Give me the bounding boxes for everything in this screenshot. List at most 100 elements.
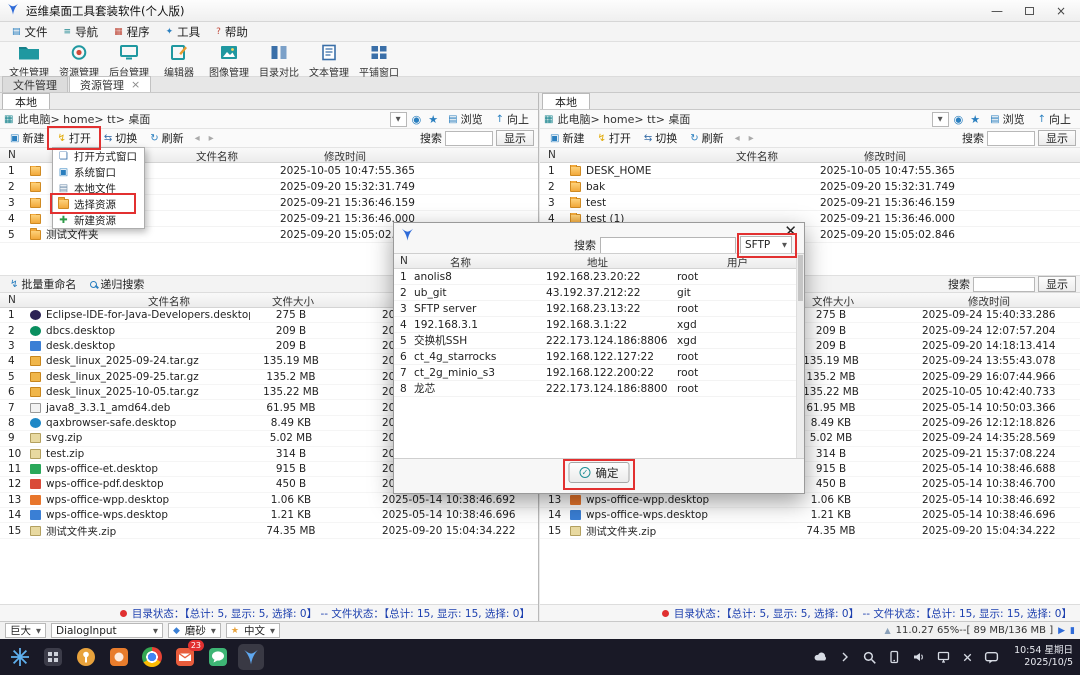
- run-gc-button[interactable]: ▶: [1058, 626, 1065, 636]
- right-tab-local[interactable]: 本地: [542, 93, 590, 109]
- favorite-icon-button[interactable]: ★: [426, 113, 440, 126]
- favorite-icon-button[interactable]: ★: [968, 113, 982, 126]
- new-button[interactable]: ▣ 新建: [4, 129, 50, 147]
- show-button[interactable]: 显示: [496, 130, 534, 146]
- batch-rename-button[interactable]: ↯批量重命名: [4, 275, 82, 293]
- close-button[interactable]: ×: [1048, 2, 1074, 20]
- resource-row[interactable]: 2 ub_git 43.192.37.212:22 git: [394, 285, 804, 301]
- resource-row[interactable]: 1 anolis8 192.168.23.20:22 root: [394, 269, 804, 285]
- security-key-icon[interactable]: [73, 644, 99, 670]
- tab-file-manage[interactable]: 文件管理: [2, 76, 68, 92]
- search-input[interactable]: [445, 130, 493, 146]
- open-button[interactable]: ↯ 打开: [591, 129, 636, 147]
- menu-item-system-window[interactable]: ▣ 系统窗口: [53, 164, 144, 180]
- message-bubble-icon[interactable]: [984, 650, 999, 665]
- tab-close-icon[interactable]: ×: [131, 78, 140, 91]
- stop-button[interactable]: ▮: [1070, 626, 1075, 636]
- app-grid-icon[interactable]: [40, 644, 66, 670]
- resource-row[interactable]: 5 交换机SSH 222.173.124.186:8806 xgd: [394, 333, 804, 349]
- chat-app-icon[interactable]: [205, 644, 231, 670]
- resource-row[interactable]: 3 SFTP server 192.168.23.13:22 root: [394, 301, 804, 317]
- recursive-search-button[interactable]: 递归搜索: [84, 275, 150, 293]
- resource-row[interactable]: 6 ct_4g_starrocks 192.168.122.127:22 roo…: [394, 349, 804, 365]
- left-tab-local[interactable]: 本地: [2, 93, 50, 109]
- dialog-scrollbar[interactable]: [796, 254, 804, 458]
- locate-icon-button[interactable]: ◉: [410, 113, 424, 126]
- search-tray-icon[interactable]: [862, 650, 877, 665]
- path-dropdown-button[interactable]: ▼: [931, 111, 949, 127]
- menu-programs[interactable]: ▦ 程序: [106, 23, 158, 41]
- volume-icon[interactable]: [911, 650, 926, 664]
- minimize-button[interactable]: —: [984, 2, 1010, 20]
- menu-navigate[interactable]: ≡ 导航: [56, 23, 107, 41]
- tab-resource-manage[interactable]: 资源管理 ×: [69, 76, 152, 92]
- path-dropdown-button[interactable]: ▼: [389, 111, 407, 127]
- file-row[interactable]: 13 wps-office-wpp.desktop 1.06 KB 2025-0…: [0, 493, 538, 509]
- phone-icon[interactable]: [887, 650, 901, 664]
- switch-button[interactable]: ⇆ 切换: [638, 129, 683, 147]
- orange-app-icon[interactable]: [106, 644, 132, 670]
- refresh-button[interactable]: ↻ 刷新: [684, 129, 729, 147]
- font-name-select[interactable]: DialogInput ▼: [51, 623, 163, 638]
- dialog-search-input[interactable]: [600, 236, 736, 254]
- file-row[interactable]: 14 wps-office-wps.desktop 1.21 KB 2025-0…: [540, 508, 1080, 524]
- taskbar-app-bird-icon[interactable]: [238, 644, 264, 670]
- resource-row[interactable]: 7 ct_2g_minio_s3 192.168.122.200:22 root: [394, 365, 804, 381]
- menu-file[interactable]: ▤ 文件: [4, 23, 56, 41]
- browse-button[interactable]: ▤ 浏览: [985, 110, 1029, 128]
- clock[interactable]: 10:54 星期日 2025/10/5: [1014, 645, 1073, 670]
- dir-row[interactable]: 3 test 2025-09-21 15:36:46.159: [540, 195, 1080, 211]
- up-button[interactable]: ↑ 向上: [491, 110, 534, 128]
- browse-button[interactable]: ▤ 浏览: [443, 110, 487, 128]
- toolbar-file-manage[interactable]: 文件管理: [4, 43, 54, 79]
- network-display-icon[interactable]: [936, 650, 951, 664]
- launcher-icon[interactable]: [7, 644, 33, 670]
- file-row[interactable]: 15 测试文件夹.zip 74.35 MB 2025-09-20 15:04:3…: [540, 523, 1080, 539]
- back-arrow[interactable]: ◂: [731, 133, 744, 144]
- toolbar-text-manage[interactable]: 文本管理: [304, 43, 354, 79]
- navigate-menu-icon: ≡: [63, 26, 72, 37]
- dir-row[interactable]: 2 bak 2025-09-20 15:32:31.749: [540, 179, 1080, 195]
- toolbar-editor[interactable]: 编辑器: [154, 43, 204, 79]
- toolbar-backend-manage[interactable]: 后台管理: [104, 43, 154, 79]
- menu-help[interactable]: ? 帮助: [208, 23, 256, 41]
- file-row[interactable]: 14 wps-office-wps.desktop 1.21 KB 2025-0…: [0, 508, 538, 524]
- show-button[interactable]: 显示: [1038, 276, 1076, 292]
- new-button[interactable]: ▣ 新建: [544, 129, 590, 147]
- theme-select[interactable]: ◆ 磨砂 ▼: [168, 623, 221, 638]
- toolbar-resource-manage[interactable]: 资源管理: [54, 43, 104, 79]
- toolbar-image-manage[interactable]: 图像管理: [204, 43, 254, 79]
- file-row[interactable]: 13 wps-office-wpp.desktop 1.06 KB 2025-0…: [540, 493, 1080, 509]
- cloud-icon[interactable]: [813, 650, 828, 664]
- mail-icon[interactable]: 23: [172, 640, 204, 670]
- menu-item-open-mode-window[interactable]: ❏ 打开方式窗口: [53, 148, 144, 164]
- maximize-button[interactable]: [1016, 2, 1042, 20]
- dir-row[interactable]: 1 DESK_HOME 2025-10-05 10:47:55.365: [540, 163, 1080, 179]
- forward-arrow[interactable]: ▸: [205, 133, 218, 144]
- locate-icon-button[interactable]: ◉: [952, 113, 966, 126]
- menu-item-new-resource[interactable]: ✚ 新建资源: [53, 212, 144, 228]
- breadcrumb[interactable]: 此电脑> home> tt> 桌面: [557, 111, 690, 127]
- menu-tools[interactable]: ✦ 工具: [158, 23, 209, 41]
- breadcrumb[interactable]: 此电脑> home> tt> 桌面: [17, 111, 150, 127]
- font-size-select[interactable]: 巨大 ▼: [5, 623, 46, 638]
- search-input[interactable]: [987, 130, 1035, 146]
- switch-button[interactable]: ⇆ 切换: [98, 129, 143, 147]
- language-select[interactable]: ★ 中文 ▼: [225, 623, 280, 638]
- computer-icon: ▦: [4, 113, 14, 125]
- file-search-input[interactable]: [973, 276, 1035, 292]
- file-row[interactable]: 15 测试文件夹.zip 74.35 MB 2025-09-20 15:04:3…: [0, 523, 538, 539]
- toolbar-tile-windows[interactable]: 平铺窗口: [354, 43, 404, 79]
- scrollbar-thumb[interactable]: [798, 255, 803, 301]
- tray-expand-chevron-icon[interactable]: [838, 650, 852, 664]
- forward-arrow[interactable]: ▸: [745, 133, 758, 144]
- resource-row[interactable]: 8 龙芯 222.173.124.186:8800 root: [394, 381, 804, 397]
- toolbar-dir-compare[interactable]: 目录对比: [254, 43, 304, 79]
- up-button[interactable]: ↑ 向上: [1033, 110, 1076, 128]
- browser-icon[interactable]: [139, 644, 165, 670]
- back-arrow[interactable]: ◂: [191, 133, 204, 144]
- mute-cross-icon[interactable]: [961, 651, 974, 664]
- show-button[interactable]: 显示: [1038, 130, 1076, 146]
- resource-row[interactable]: 4 192.168.3.1 192.168.3.1:22 xgd: [394, 317, 804, 333]
- refresh-button[interactable]: ↻ 刷新: [144, 129, 189, 147]
